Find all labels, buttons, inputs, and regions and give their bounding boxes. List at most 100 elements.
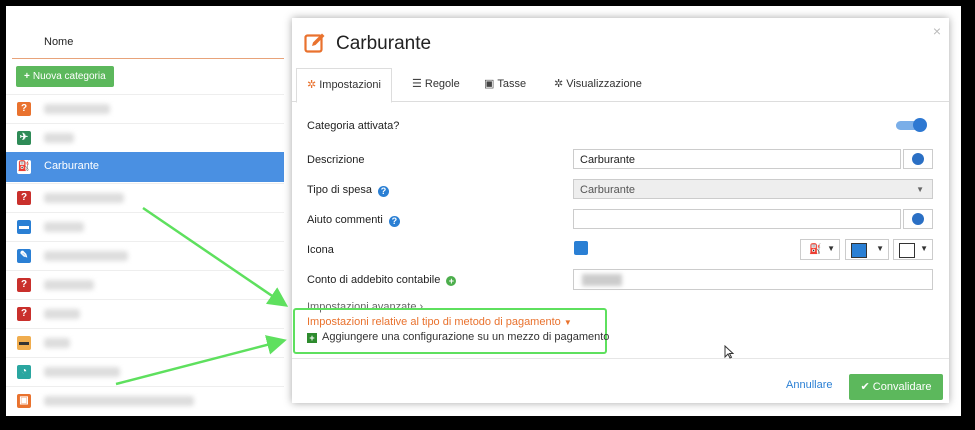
list-item-selected[interactable]: ⛽ Carburante [6, 152, 284, 182]
icon-color-dropdown[interactable]: ▼ [845, 239, 889, 260]
globe-icon [912, 153, 924, 165]
blurred-label [44, 133, 74, 143]
tab-impostazioni[interactable]: ✲ Impostazioni [296, 68, 392, 103]
check-icon: ✔ [860, 381, 873, 393]
list-item[interactable]: ▬ [6, 212, 284, 241]
background-color-dropdown[interactable]: ▼ [893, 239, 933, 260]
confirm-label: Convalidare [872, 381, 932, 393]
close-icon[interactable]: × [933, 23, 941, 39]
blurred-label [44, 280, 94, 290]
add-payment-config-text: Aggiungere una configurazione su un mezz… [322, 331, 610, 343]
column-header-nome[interactable]: Nome [44, 36, 73, 48]
briefcase-icon: ▣ [17, 394, 31, 408]
categoria-attivata-toggle[interactable] [896, 118, 927, 132]
footer-divider [292, 358, 949, 359]
question-icon: ? [17, 191, 31, 205]
blurred-label [44, 222, 84, 232]
gauge-icon: ◔ [17, 365, 31, 379]
confirm-button[interactable]: ✔ Convalidare [849, 374, 943, 400]
list-item[interactable]: ◔ [6, 357, 284, 386]
car-icon: ▬ [17, 220, 31, 234]
toggle-knob [913, 118, 927, 132]
translate-button[interactable] [903, 149, 933, 169]
blurred-label [44, 367, 120, 377]
selected-item-label: Carburante [44, 160, 100, 172]
gears-icon: ✲ [554, 78, 564, 90]
screenshot-frame: Nome + Nuova categoria ? ✈ ⛽ Carburante ?… [6, 6, 961, 416]
gear-icon: ✲ [307, 79, 317, 91]
plane-icon: ✈ [17, 131, 31, 145]
conto-input[interactable] [573, 269, 933, 290]
blurred-label [44, 309, 80, 319]
mouse-cursor-icon [724, 345, 734, 359]
color-swatch-white [899, 243, 915, 258]
aiuto-commenti-label: Aiuto commenti? [307, 214, 400, 227]
new-category-button[interactable]: + Nuova categoria [16, 66, 114, 87]
help-icon[interactable]: ? [388, 216, 400, 227]
tipo-spesa-value: Carburante [580, 184, 636, 196]
icona-label: Icona [307, 244, 334, 256]
blurred-label [44, 104, 110, 114]
tipo-spesa-label: Tipo di spesa? [307, 184, 390, 197]
tab-visualizzazione-label: Visualizzazione [566, 78, 642, 90]
color-swatch-blue [851, 243, 867, 258]
list-item[interactable]: ▣ [6, 386, 284, 415]
edit-category-modal: Carburante × ✲ Impostazioni ☰ Regole ▣ Tass… [292, 18, 949, 403]
list-item[interactable]: ▬ [6, 328, 284, 357]
add-icon[interactable]: + [446, 276, 457, 286]
edit-icon [304, 33, 325, 53]
blurred-label [44, 193, 124, 203]
payment-method-settings-toggle[interactable]: Impostazioni relative al tipo di metodo … [307, 316, 572, 328]
tab-regole[interactable]: ☰ Regole [412, 68, 460, 101]
categoria-attivata-label: Categoria attivata? [307, 120, 400, 132]
icon-picker-dropdown[interactable]: ⛽ ▼ [800, 239, 840, 260]
bed-icon: ▬ [17, 336, 31, 350]
question-icon: ? [17, 278, 31, 292]
translate-button[interactable] [903, 209, 933, 229]
aiuto-commenti-text: Aiuto commenti [307, 214, 383, 226]
chevron-down-icon: ▼ [827, 244, 835, 253]
fuel-icon: ⛽ [17, 160, 31, 174]
list-item[interactable]: ? [6, 299, 284, 328]
blurred-value [582, 274, 622, 286]
descrizione-label: Descrizione [307, 154, 365, 166]
plus-square-icon: + [307, 333, 317, 343]
list-item[interactable]: ✈ [6, 123, 284, 152]
category-list-panel: Nome + Nuova categoria ? ✈ ⛽ Carburante ?… [6, 6, 290, 416]
descrizione-input[interactable]: Carburante [573, 149, 901, 169]
wrench-icon: ✎ [17, 249, 31, 263]
sliders-icon: ☰ [412, 78, 422, 90]
blurred-label [44, 251, 128, 261]
list-item[interactable]: ? [6, 270, 284, 299]
modal-title: Carburante [336, 33, 432, 54]
conto-label: Conto di addebito contabile + [307, 274, 457, 286]
cancel-button[interactable]: Annullare [786, 379, 832, 391]
blurred-label [44, 338, 70, 348]
globe-icon [912, 213, 924, 225]
fuel-icon-preview [574, 241, 588, 255]
tab-visualizzazione[interactable]: ✲ Visualizzazione [554, 68, 642, 101]
list-item[interactable]: ✎ [6, 241, 284, 270]
plus-icon: + [24, 71, 30, 82]
tab-impostazioni-label: Impostazioni [319, 79, 381, 91]
question-icon: ? [17, 307, 31, 321]
list-item[interactable]: ? [6, 94, 284, 123]
tipo-spesa-select[interactable]: Carburante ▼ [573, 179, 933, 199]
caret-down-icon: ▼ [563, 318, 572, 327]
blurred-label [44, 396, 194, 406]
tab-bar: ✲ Impostazioni ☰ Regole ▣ Tasse ✲ Visualizza… [292, 68, 949, 103]
question-icon: ? [17, 102, 31, 116]
money-icon: ▣ [484, 78, 495, 90]
tab-regole-label: Regole [424, 78, 460, 90]
fuel-icon: ⛽ [809, 244, 822, 255]
new-category-label: Nuova categoria [32, 71, 106, 82]
header-divider [12, 58, 284, 59]
add-payment-config-link[interactable]: + Aggiungere una configurazione su un mez… [307, 331, 609, 343]
chevron-down-icon: ▼ [916, 185, 924, 194]
tipo-spesa-text: Tipo di spesa [307, 184, 373, 196]
conto-text: Conto di addebito contabile [307, 274, 441, 286]
list-item[interactable]: ? [6, 183, 284, 212]
help-icon[interactable]: ? [378, 186, 390, 197]
tab-tasse[interactable]: ▣ Tasse [484, 68, 526, 101]
aiuto-commenti-input[interactable] [573, 209, 901, 229]
